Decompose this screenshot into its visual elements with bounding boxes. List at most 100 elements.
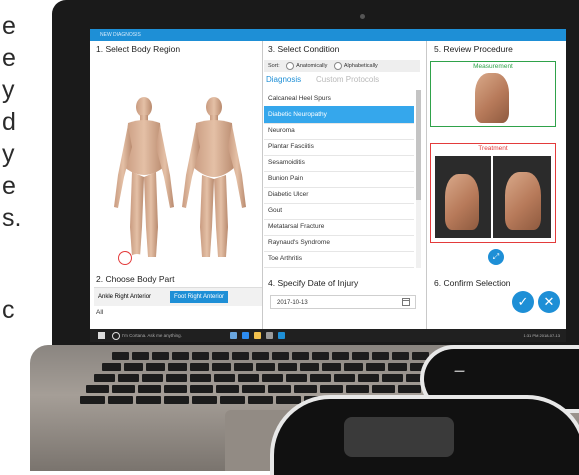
keyboard-key <box>164 385 187 393</box>
keyboard-key <box>172 352 189 360</box>
device-handpiece-front <box>270 395 579 475</box>
panel-title-body-part: 2. Choose Body Part <box>96 274 175 284</box>
keyboard-key <box>94 374 115 382</box>
keyboard-key <box>358 374 379 382</box>
keyboard-key <box>86 385 109 393</box>
app-title-bar: NEW DIAGNOSIS <box>90 29 566 41</box>
keyboard-key <box>132 352 149 360</box>
keyboard-key <box>234 363 253 371</box>
keyboard-key <box>276 396 301 404</box>
body-figure-area[interactable] <box>94 57 262 265</box>
keyboard-key <box>294 385 317 393</box>
keyboard-key <box>322 363 341 371</box>
confirm-button[interactable]: ✓ <box>512 291 534 313</box>
body-part-all[interactable]: All <box>96 309 103 316</box>
app-taskbar-icon[interactable] <box>278 332 285 339</box>
keyboard-key <box>320 385 343 393</box>
cancel-button[interactable]: ✕ <box>538 291 560 313</box>
keyboard-key <box>142 374 163 382</box>
keyboard-key <box>168 363 187 371</box>
condition-tabs: Diagnosis Custom Protocols <box>264 75 420 87</box>
scrollbar-thumb[interactable] <box>416 90 421 200</box>
tab-diagnosis[interactable]: Diagnosis <box>266 75 301 84</box>
sort-row: Sort: Anatomically Alphabetically <box>264 60 420 72</box>
keyboard-key <box>136 396 161 404</box>
cortana-icon[interactable] <box>112 332 120 340</box>
condition-scrollbar[interactable] <box>416 90 421 268</box>
app-screen: NEW DIAGNOSIS 1. Select Body Region 3. S… <box>90 29 566 342</box>
foot-measurement-image <box>475 73 509 123</box>
condition-list: Calcaneal Heel Spurs Diabetic Neuropathy… <box>264 90 414 268</box>
body-part-foot-right-anterior[interactable]: Foot Right Anterior <box>170 291 229 303</box>
measurement-preview[interactable]: Measurement <box>430 61 556 127</box>
body-figures[interactable] <box>94 57 262 265</box>
keyboard-key <box>334 374 355 382</box>
keyboard-key <box>214 374 235 382</box>
taskbar-search[interactable]: I'm Cortana. Ask me anything. <box>122 329 222 342</box>
treatment-preview[interactable]: Treatment <box>430 143 556 243</box>
body-part-options: Ankle Right Anterior Foot Right Anterior <box>94 287 262 306</box>
body-front-figure <box>114 97 174 257</box>
task-view-icon[interactable] <box>230 332 237 339</box>
keyboard-key <box>372 352 389 360</box>
keyboard-key <box>232 352 249 360</box>
keyboard-key <box>388 363 407 371</box>
keyboard-key <box>398 385 421 393</box>
keyboard-key <box>124 363 143 371</box>
keyboard-key <box>242 385 265 393</box>
keyboard-key <box>190 363 209 371</box>
keyboard-key <box>190 385 213 393</box>
keyboard-key <box>164 396 189 404</box>
file-explorer-icon[interactable] <box>254 332 261 339</box>
marketing-letter: y <box>2 140 15 168</box>
calendar-icon[interactable] <box>402 298 410 306</box>
windows-start-icon[interactable] <box>98 332 105 339</box>
marketing-letter: e <box>2 172 16 200</box>
keyboard-key <box>300 363 319 371</box>
sort-option-anatomically[interactable]: Anatomically <box>296 63 327 69</box>
keyboard-key <box>352 352 369 360</box>
panel-title-review: 5. Review Procedure <box>434 44 513 54</box>
keyboard-key <box>102 363 121 371</box>
marketing-letter: y <box>2 76 15 104</box>
panel-title-condition: 3. Select Condition <box>268 44 340 54</box>
keyboard-key <box>216 385 239 393</box>
marketing-letter: d <box>2 108 16 136</box>
keyboard-key <box>238 374 259 382</box>
keyboard-key <box>248 396 273 404</box>
panel-divider <box>426 41 427 329</box>
expand-icon[interactable]: ⤢ <box>488 249 504 265</box>
keyboard-key <box>344 363 363 371</box>
store-icon[interactable] <box>266 332 273 339</box>
keyboard-key <box>212 363 231 371</box>
keyboard-key <box>272 352 289 360</box>
panel-divider <box>262 41 263 329</box>
keyboard-key <box>190 374 211 382</box>
radio-alphabetically[interactable] <box>333 61 342 70</box>
treatment-foot-2 <box>505 172 541 230</box>
keyboard-key <box>192 352 209 360</box>
panel-title-body-region: 1. Select Body Region <box>96 44 181 54</box>
injury-date-value: 2017-10-13 <box>277 300 308 306</box>
marketing-text: e e y d y e s. c <box>0 0 34 471</box>
marketing-letter: s. <box>2 204 22 232</box>
keyboard-key <box>80 396 105 404</box>
camera-icon <box>360 14 365 19</box>
condition-item[interactable]: Toe Arthritis <box>264 250 414 268</box>
keyboard-key <box>252 352 269 360</box>
injury-date-input[interactable]: 2017-10-13 <box>270 295 416 309</box>
clock-date: 2018-07-13 <box>539 333 560 338</box>
treatment-foot-1 <box>445 174 479 230</box>
keyboard-key <box>278 363 297 371</box>
keyboard-key <box>112 385 135 393</box>
edge-browser-icon[interactable] <box>242 332 249 339</box>
tab-custom-protocols[interactable]: Custom Protocols <box>316 75 379 84</box>
treatment-label: Treatment <box>478 145 508 152</box>
radio-anatomically[interactable] <box>286 61 295 70</box>
marketing-letter: c <box>2 296 15 324</box>
body-part-ankle-right-anterior[interactable]: Ankle Right Anterior <box>94 291 155 303</box>
panel-title-date: 4. Specify Date of Injury <box>268 278 359 288</box>
system-tray: 1:31 PM 2018-07-13 <box>524 329 561 342</box>
keyboard-key <box>256 363 275 371</box>
sort-option-alphabetically[interactable]: Alphabetically <box>344 63 378 69</box>
